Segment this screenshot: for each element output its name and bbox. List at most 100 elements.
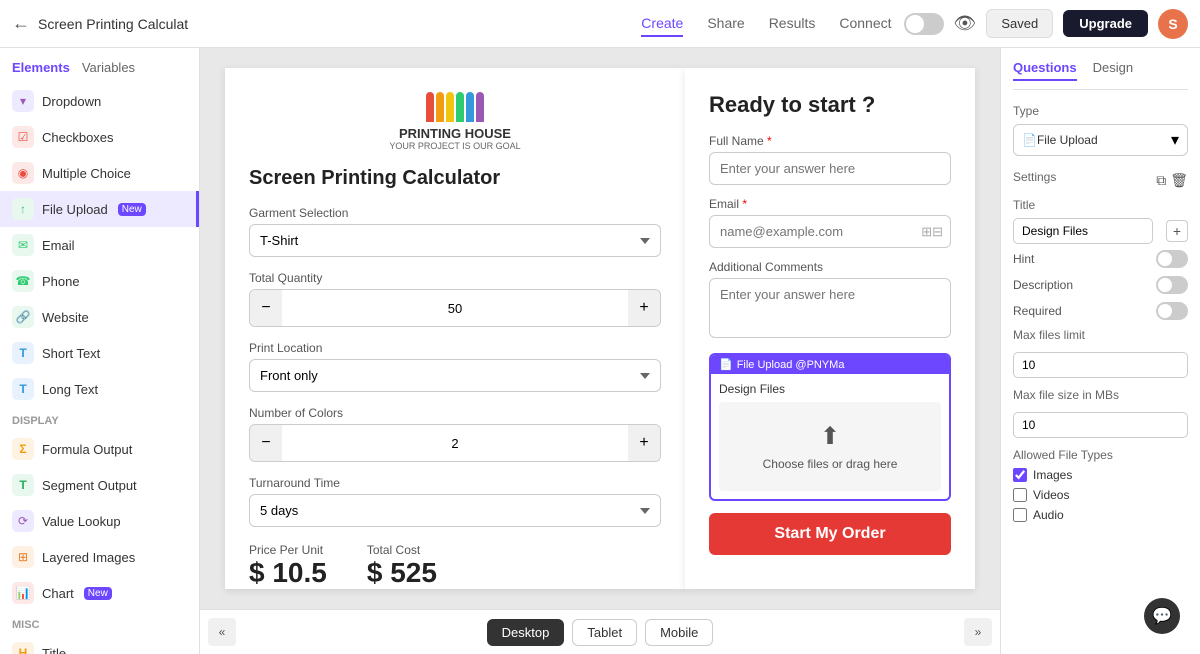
sidebar-item-label: Dropdown bbox=[42, 94, 101, 109]
description-toggle[interactable] bbox=[1156, 276, 1188, 294]
audio-label[interactable]: Audio bbox=[1033, 508, 1064, 522]
audio-checkbox[interactable] bbox=[1013, 508, 1027, 522]
sidebar-item-multiple-choice[interactable]: ◉ Multiple Choice bbox=[0, 155, 199, 191]
sidebar-item-dropdown[interactable]: ▾ Dropdown bbox=[0, 83, 199, 119]
settings-tab-questions[interactable]: Questions bbox=[1013, 60, 1077, 81]
sidebar-item-title[interactable]: H Title bbox=[0, 635, 199, 654]
sidebar-item-label: Short Text bbox=[42, 346, 100, 361]
full-name-input[interactable] bbox=[709, 152, 951, 185]
colors-value[interactable] bbox=[282, 436, 628, 451]
stripe-4 bbox=[456, 92, 464, 122]
chart-icon: 📊 bbox=[12, 582, 34, 604]
price-unit-item: Price Per Unit $ 10.5 bbox=[249, 543, 327, 589]
comments-label: Additional Comments bbox=[709, 260, 951, 274]
toggle-switch[interactable] bbox=[904, 13, 944, 35]
segment-output-icon: T bbox=[12, 474, 34, 496]
type-select[interactable]: 📄 File Upload ▾ bbox=[1013, 124, 1188, 156]
turnaround-select[interactable]: 5 days bbox=[249, 494, 661, 527]
upgrade-button[interactable]: Upgrade bbox=[1063, 10, 1148, 37]
email-icons: ⊞⊟ bbox=[921, 224, 943, 240]
hint-toggle[interactable] bbox=[1156, 250, 1188, 268]
sidebar-item-label: Checkboxes bbox=[42, 130, 114, 145]
title-icon: H bbox=[12, 642, 34, 654]
quantity-increment[interactable]: + bbox=[628, 290, 660, 326]
prev-arrow[interactable]: « bbox=[208, 618, 236, 646]
sidebar-item-label: Phone bbox=[42, 274, 80, 289]
sidebar-item-long-text[interactable]: T Long Text bbox=[0, 371, 199, 407]
delete-button[interactable]: 🗑 bbox=[1170, 172, 1188, 189]
type-select-icon: 📄 bbox=[1022, 133, 1037, 147]
sidebar-item-website[interactable]: 🔗 Website bbox=[0, 299, 199, 335]
form-panel: PRINTING HOUSE YOUR PROJECT IS OUR GOAL … bbox=[225, 68, 685, 589]
max-size-input[interactable] bbox=[1013, 412, 1188, 438]
sidebar-tab-variables[interactable]: Variables bbox=[82, 60, 135, 75]
form-logo: PRINTING HOUSE YOUR PROJECT IS OUR GOAL bbox=[249, 92, 661, 151]
sidebar-item-short-text[interactable]: T Short Text bbox=[0, 335, 199, 371]
audio-checkbox-row: Audio bbox=[1013, 508, 1188, 522]
sidebar-item-chart[interactable]: 📊 Chart New bbox=[0, 575, 199, 611]
price-unit-label: Price Per Unit bbox=[249, 543, 327, 557]
back-button[interactable]: ← bbox=[12, 13, 30, 34]
mobile-button[interactable]: Mobile bbox=[645, 619, 713, 646]
location-select[interactable]: Front only bbox=[249, 359, 661, 392]
quantity-group: Total Quantity − + bbox=[249, 271, 661, 327]
max-files-input[interactable] bbox=[1013, 352, 1188, 378]
stripe-1 bbox=[426, 92, 434, 122]
images-checkbox[interactable] bbox=[1013, 468, 1027, 482]
preview-button[interactable]: 👁 bbox=[954, 13, 977, 34]
stripe-6 bbox=[476, 92, 484, 122]
sidebar-item-checkboxes[interactable]: ☑ Checkboxes bbox=[0, 119, 199, 155]
colors-increment[interactable]: + bbox=[628, 425, 660, 461]
comments-input[interactable] bbox=[709, 278, 951, 338]
file-drop-area[interactable]: ⬆ Choose files or drag here bbox=[719, 402, 941, 491]
colors-decrement[interactable]: − bbox=[250, 425, 282, 461]
tab-results[interactable]: Results bbox=[769, 11, 816, 37]
sidebar-tab-elements[interactable]: Elements bbox=[12, 60, 70, 75]
sidebar-item-label: Title bbox=[42, 646, 66, 654]
file-upload-badge: New bbox=[118, 203, 146, 216]
garment-select[interactable]: T-Shirt bbox=[249, 224, 661, 257]
title-row: + bbox=[1013, 218, 1188, 244]
long-text-icon: T bbox=[12, 378, 34, 400]
full-name-label: Full Name * bbox=[709, 134, 951, 148]
sidebar-item-file-upload[interactable]: ↑ File Upload New bbox=[0, 191, 199, 227]
sidebar-item-segment-output[interactable]: T Segment Output bbox=[0, 467, 199, 503]
tab-create[interactable]: Create bbox=[641, 11, 683, 37]
chat-bubble[interactable]: 💬 bbox=[1144, 598, 1180, 634]
max-size-label: Max file size in MBs bbox=[1013, 388, 1188, 402]
sidebar-item-formula-output[interactable]: Σ Formula Output bbox=[0, 431, 199, 467]
short-text-icon: T bbox=[12, 342, 34, 364]
videos-label[interactable]: Videos bbox=[1033, 488, 1069, 502]
title-input[interactable] bbox=[1013, 218, 1153, 244]
start-button[interactable]: Start My Order bbox=[709, 513, 951, 555]
misc-section-label: Misc bbox=[0, 611, 199, 635]
tablet-button[interactable]: Tablet bbox=[572, 619, 637, 646]
phone-icon: ☎ bbox=[12, 270, 34, 292]
copy-button[interactable]: ⧉ bbox=[1156, 172, 1166, 189]
required-toggle[interactable] bbox=[1156, 302, 1188, 320]
sidebar-item-email[interactable]: ✉ Email bbox=[0, 227, 199, 263]
file-upload-header: 📄 File Upload @PNYMa bbox=[711, 355, 949, 374]
sidebar-item-label: Long Text bbox=[42, 382, 98, 397]
next-arrow[interactable]: » bbox=[964, 618, 992, 646]
stripe-2 bbox=[436, 92, 444, 122]
quantity-value[interactable] bbox=[282, 301, 628, 316]
title-add-button[interactable]: + bbox=[1166, 220, 1188, 242]
tab-share[interactable]: Share bbox=[707, 11, 744, 37]
multiple-choice-icon: ◉ bbox=[12, 162, 34, 184]
sidebar-item-label: Multiple Choice bbox=[42, 166, 131, 181]
videos-checkbox[interactable] bbox=[1013, 488, 1027, 502]
images-label[interactable]: Images bbox=[1033, 468, 1072, 482]
settings-tab-design[interactable]: Design bbox=[1093, 60, 1133, 81]
quantity-decrement[interactable]: − bbox=[250, 290, 282, 326]
videos-checkbox-row: Videos bbox=[1013, 488, 1188, 502]
tab-connect[interactable]: Connect bbox=[839, 11, 891, 37]
saved-button[interactable]: Saved bbox=[986, 9, 1053, 38]
sidebar-item-phone[interactable]: ☎ Phone bbox=[0, 263, 199, 299]
sidebar-item-value-lookup[interactable]: ⟳ Value Lookup bbox=[0, 503, 199, 539]
sidebar-item-layered-images[interactable]: ⊞ Layered Images bbox=[0, 539, 199, 575]
sidebar-item-label: Chart bbox=[42, 586, 74, 601]
email-input[interactable] bbox=[709, 215, 951, 248]
desktop-button[interactable]: Desktop bbox=[487, 619, 565, 646]
avatar: S bbox=[1158, 9, 1188, 39]
